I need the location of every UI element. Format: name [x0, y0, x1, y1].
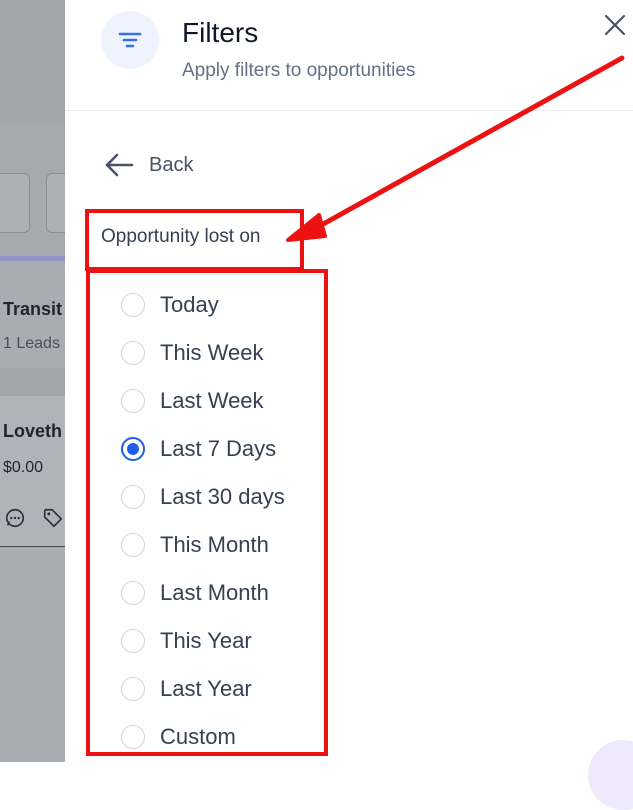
arrow-left-icon: [105, 153, 134, 177]
background-input: [0, 173, 30, 233]
stage-title: Transit: [3, 299, 63, 319]
back-button[interactable]: Back: [103, 150, 193, 180]
chat-icon: [5, 508, 25, 528]
background-header: [0, 0, 65, 123]
tag-icon: [43, 508, 63, 528]
header-icon-badge: [101, 11, 159, 69]
background-input: [46, 173, 65, 233]
filter-icon: [118, 32, 142, 48]
close-icon[interactable]: [602, 12, 628, 38]
annotation-box-options: [86, 269, 328, 756]
back-label: Back: [149, 153, 194, 176]
background-app: Transit 1 Leads Loveth $0.00: [0, 0, 65, 762]
annotation-box-label: [85, 209, 304, 271]
panel-subtitle: Apply filters to opportunities: [182, 60, 416, 81]
opportunity-name: Loveth: [3, 421, 63, 441]
panel-header: Filters Apply filters to opportunities: [65, 0, 633, 111]
stage-lead-count: 1 Leads: [3, 335, 60, 352]
stage-color-bar: [0, 256, 65, 261]
panel-title: Filters: [182, 17, 259, 48]
stage-separator: [0, 368, 65, 396]
opportunity-value: $0.00: [3, 459, 44, 476]
